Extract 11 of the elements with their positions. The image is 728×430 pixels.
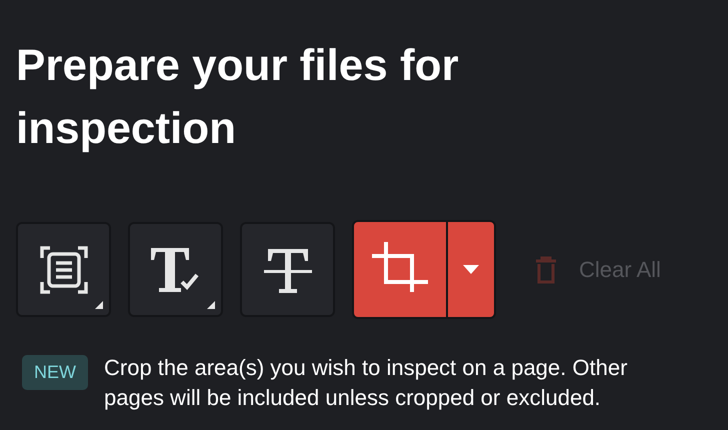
tool-button[interactable]: [128, 222, 223, 317]
page-title: Prepare your files for inspection: [16, 40, 460, 155]
new-badge: NEW: [22, 355, 88, 390]
tool-button[interactable]: [240, 222, 335, 317]
notice-text: Crop the area(s) you wish to inspect on a page. Other pages will be included unless cropped or excluded.: [104, 354, 628, 412]
crop-split-button[interactable]: [352, 220, 496, 319]
caret-icon: [463, 265, 479, 274]
tool-button[interactable]: [16, 222, 111, 317]
trash-icon: [535, 256, 557, 284]
strikethrough-icon: [264, 246, 312, 292]
document-frame-icon: [40, 246, 88, 294]
